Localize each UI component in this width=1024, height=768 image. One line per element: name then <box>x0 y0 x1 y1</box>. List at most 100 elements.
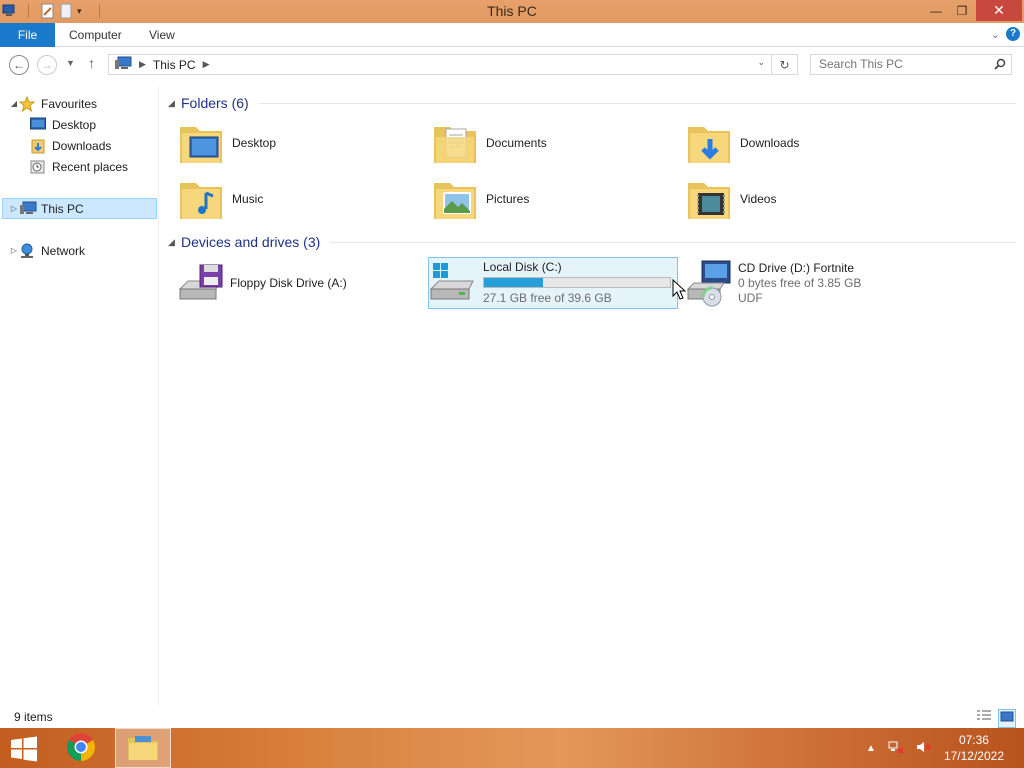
refresh-button[interactable]: ↻ <box>772 54 798 75</box>
music-folder-icon <box>178 175 226 223</box>
folder-downloads-label: Downloads <box>740 136 800 150</box>
drive-local-disk[interactable]: Local Disk (C:) 27.1 GB free of 39.6 GB <box>428 257 678 309</box>
back-button[interactable]: ← <box>9 55 29 75</box>
search-input[interactable] <box>819 55 989 74</box>
folder-documents-label: Documents <box>486 136 547 150</box>
forward-button[interactable]: → <box>37 55 57 75</box>
folder-videos-label: Videos <box>740 192 777 206</box>
floppy-drive-icon <box>176 259 224 307</box>
cd-drive-info: CD Drive (D:) Fortnite 0 bytes free of 3… <box>738 261 861 306</box>
local-disk-usage-bar <box>483 277 671 288</box>
volume-muted-icon[interactable] <box>916 740 932 757</box>
section-divider <box>258 102 1016 104</box>
view-toggle-group <box>976 709 1016 728</box>
item-count: 9 items <box>14 710 53 724</box>
breadcrumb-separator-icon[interactable]: ▶ <box>203 59 210 70</box>
recent-locations-icon[interactable]: ▼ <box>66 58 75 68</box>
collapse-arrow-icon[interactable]: ◢ <box>9 99 19 108</box>
star-icon <box>18 95 37 112</box>
pane-divider <box>158 86 159 706</box>
folder-music[interactable]: Music <box>178 175 263 223</box>
chrome-icon <box>66 732 96 765</box>
nav-this-pc[interactable]: ▷ This PC <box>2 198 157 219</box>
local-disk-usage-fill <box>484 278 543 287</box>
nav-favourites[interactable]: ◢ Favourites <box>9 93 97 114</box>
downloads-icon <box>30 138 48 154</box>
windows-drive-icon <box>429 259 477 307</box>
search-icon[interactable] <box>994 57 1006 76</box>
tab-view[interactable]: View <box>149 23 175 47</box>
documents-folder-icon <box>432 119 480 167</box>
clock[interactable]: 07:36 17/12/2022 <box>944 732 1004 764</box>
folder-videos[interactable]: Videos <box>686 175 776 223</box>
address-bar[interactable]: ▶ This PC ▶ ⌄ <box>108 54 772 75</box>
breadcrumb-separator-icon[interactable]: ▶ <box>139 59 146 70</box>
nav-item-downloads-label: Downloads <box>52 138 112 153</box>
expand-arrow-icon[interactable]: ▷ <box>9 204 19 213</box>
close-button[interactable]: ✕ <box>976 0 1022 21</box>
tab-computer[interactable]: Computer <box>69 23 122 47</box>
minimize-button[interactable]: — <box>923 0 949 21</box>
nav-network[interactable]: ▷ Network <box>9 240 85 261</box>
pictures-folder-icon <box>432 175 480 223</box>
floppy-drive-name: Floppy Disk Drive (A:) <box>230 275 347 290</box>
search-box[interactable] <box>810 54 1012 75</box>
address-row: ← → ▼ ↑ ▶ This PC ▶ ⌄ ↻ <box>0 48 1024 82</box>
expand-ribbon-icon[interactable]: ⌄ <box>991 28 1000 41</box>
desktop-folder-icon <box>178 119 226 167</box>
folder-pictures[interactable]: Pictures <box>432 175 529 223</box>
this-pc-icon <box>19 201 37 217</box>
folder-desktop[interactable]: Desktop <box>178 119 276 167</box>
restore-button[interactable]: ❐ <box>949 0 975 21</box>
collapse-section-icon[interactable]: ◢ <box>168 237 181 248</box>
taskbar-chrome[interactable] <box>53 728 109 768</box>
network-icon <box>19 243 37 259</box>
expand-arrow-icon[interactable]: ▷ <box>9 246 19 255</box>
network-disconnected-icon[interactable] <box>888 740 904 757</box>
folder-desktop-label: Desktop <box>232 136 277 150</box>
folder-music-label: Music <box>232 192 264 206</box>
collapse-section-icon[interactable]: ◢ <box>168 98 181 109</box>
large-icons-view-icon[interactable] <box>998 709 1016 728</box>
clock-date: 17/12/2022 <box>943 749 1004 763</box>
floppy-info: Floppy Disk Drive (A:) <box>230 276 347 291</box>
drive-floppy[interactable]: Floppy Disk Drive (A:) <box>176 257 426 309</box>
taskbar-file-explorer[interactable] <box>115 728 171 768</box>
file-explorer-icon <box>127 733 159 764</box>
help-icon[interactable]: ? <box>1006 27 1020 41</box>
devices-section-header[interactable]: ◢ Devices and drives (3) <box>168 232 1016 252</box>
address-history-icon[interactable]: ⌄ <box>757 57 765 68</box>
breadcrumb-this-pc[interactable]: This PC <box>153 58 196 72</box>
folder-documents[interactable]: Documents <box>432 119 547 167</box>
devices-header-label: Devices and drives (3) <box>181 234 321 250</box>
folders-header-label: Folders (6) <box>181 95 249 111</box>
nav-item-desktop-label: Desktop <box>52 117 97 132</box>
start-button[interactable] <box>10 736 38 762</box>
local-disk-info: Local Disk (C:) 27.1 GB free of 39.6 GB <box>483 260 671 306</box>
folder-pictures-label: Pictures <box>486 192 530 206</box>
desktop-icon <box>30 117 48 133</box>
nav-item-desktop[interactable]: Desktop <box>30 114 96 135</box>
folder-downloads[interactable]: Downloads <box>686 119 799 167</box>
this-pc-icon <box>114 56 132 73</box>
drive-cd[interactable]: CD Drive (D:) Fortnite 0 bytes free of 3… <box>684 257 934 309</box>
show-hidden-icons-icon[interactable]: ▲ <box>866 743 876 754</box>
recent-places-icon <box>30 159 48 175</box>
nav-item-downloads[interactable]: Downloads <box>30 135 111 156</box>
cd-drive-icon <box>684 259 732 307</box>
nav-item-recent-places[interactable]: Recent places <box>30 156 128 177</box>
navigation-pane: ◢ Favourites Desktop Downloads Recent pl… <box>0 88 160 708</box>
title-bar: ▾ This PC — ❐ ✕ <box>0 0 1024 23</box>
folders-section-header[interactable]: ◢ Folders (6) <box>168 93 1016 113</box>
system-tray: ▲ 07:36 17/12/2022 <box>866 728 1024 768</box>
cd-drive-free-space: 0 bytes free of 3.85 GB <box>738 275 862 290</box>
cd-drive-name: CD Drive (D:) Fortnite <box>738 260 855 275</box>
ribbon-controls: ⌄ ? <box>991 27 1020 41</box>
cd-drive-filesystem: UDF <box>738 290 763 305</box>
tab-file[interactable]: File <box>0 23 55 47</box>
local-disk-name: Local Disk (C:) <box>483 260 562 274</box>
up-button[interactable]: ↑ <box>88 55 95 71</box>
ribbon-tabs: File Computer View ⌄ ? <box>0 23 1024 47</box>
videos-folder-icon <box>686 175 734 223</box>
details-view-icon[interactable] <box>976 709 992 728</box>
